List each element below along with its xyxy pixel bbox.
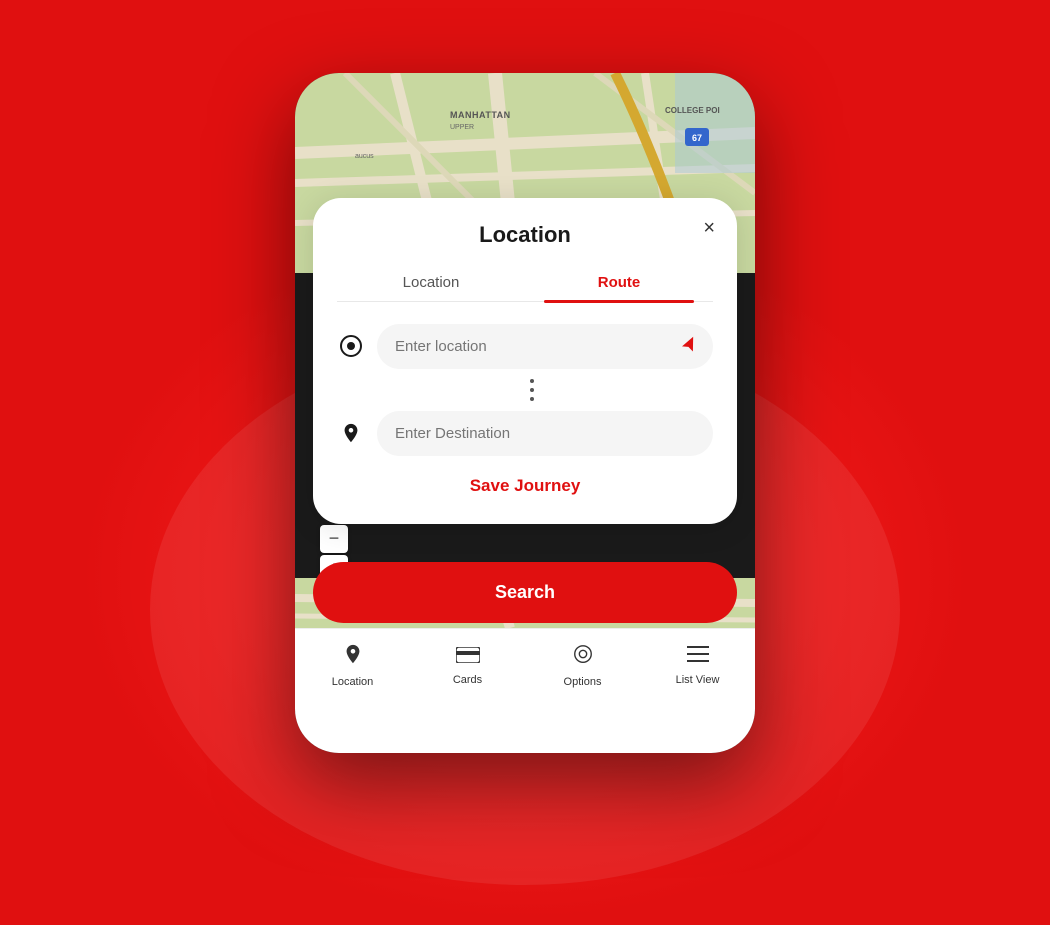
- destination-input[interactable]: [377, 411, 713, 456]
- svg-text:aucus: aucus: [355, 153, 374, 160]
- list-view-nav-icon: [687, 643, 709, 669]
- svg-text:COLLEGE POI: COLLEGE POI: [665, 106, 720, 115]
- nav-label-list-view: List View: [676, 674, 720, 686]
- svg-text:67: 67: [692, 133, 702, 143]
- location-input-wrapper: [377, 324, 713, 369]
- location-nav-icon: [342, 643, 364, 671]
- tab-location[interactable]: Location: [337, 266, 525, 301]
- bottom-nav: Location Cards Options: [295, 628, 755, 753]
- tabs-container: Location Route: [337, 266, 713, 302]
- modal-title: Location: [337, 222, 713, 248]
- tab-route[interactable]: Route: [525, 266, 713, 301]
- location-input[interactable]: [377, 324, 713, 369]
- destination-input-wrapper: [377, 411, 713, 456]
- location-origin-icon: [337, 335, 365, 357]
- location-input-row: [337, 324, 713, 369]
- nav-item-cards[interactable]: Cards: [410, 643, 525, 686]
- nav-label-options: Options: [564, 676, 602, 688]
- route-inputs: [337, 324, 713, 456]
- phone-frame: MANHATTAN UPPER aucus COLLEGE POI 67 − +…: [295, 73, 755, 753]
- search-button[interactable]: Search: [313, 562, 737, 623]
- destination-input-row: [337, 411, 713, 456]
- save-journey-button[interactable]: Save Journey: [337, 476, 713, 496]
- svg-text:MANHATTAN: MANHATTAN: [450, 110, 511, 120]
- svg-text:UPPER: UPPER: [450, 124, 474, 131]
- navigate-arrow-icon: [681, 335, 699, 358]
- cards-nav-icon: [456, 643, 480, 669]
- nav-label-location: Location: [332, 676, 374, 688]
- nav-label-cards: Cards: [453, 674, 482, 686]
- route-connector-dots: [337, 369, 713, 411]
- nav-item-list-view[interactable]: List View: [640, 643, 755, 686]
- zoom-out-button[interactable]: −: [320, 525, 348, 553]
- nav-item-location[interactable]: Location: [295, 643, 410, 688]
- options-nav-icon: [572, 643, 594, 671]
- nav-item-options[interactable]: Options: [525, 643, 640, 688]
- close-button[interactable]: ×: [703, 218, 715, 238]
- modal-card: Location × Location Route: [313, 198, 737, 524]
- destination-pin-icon: [337, 422, 365, 444]
